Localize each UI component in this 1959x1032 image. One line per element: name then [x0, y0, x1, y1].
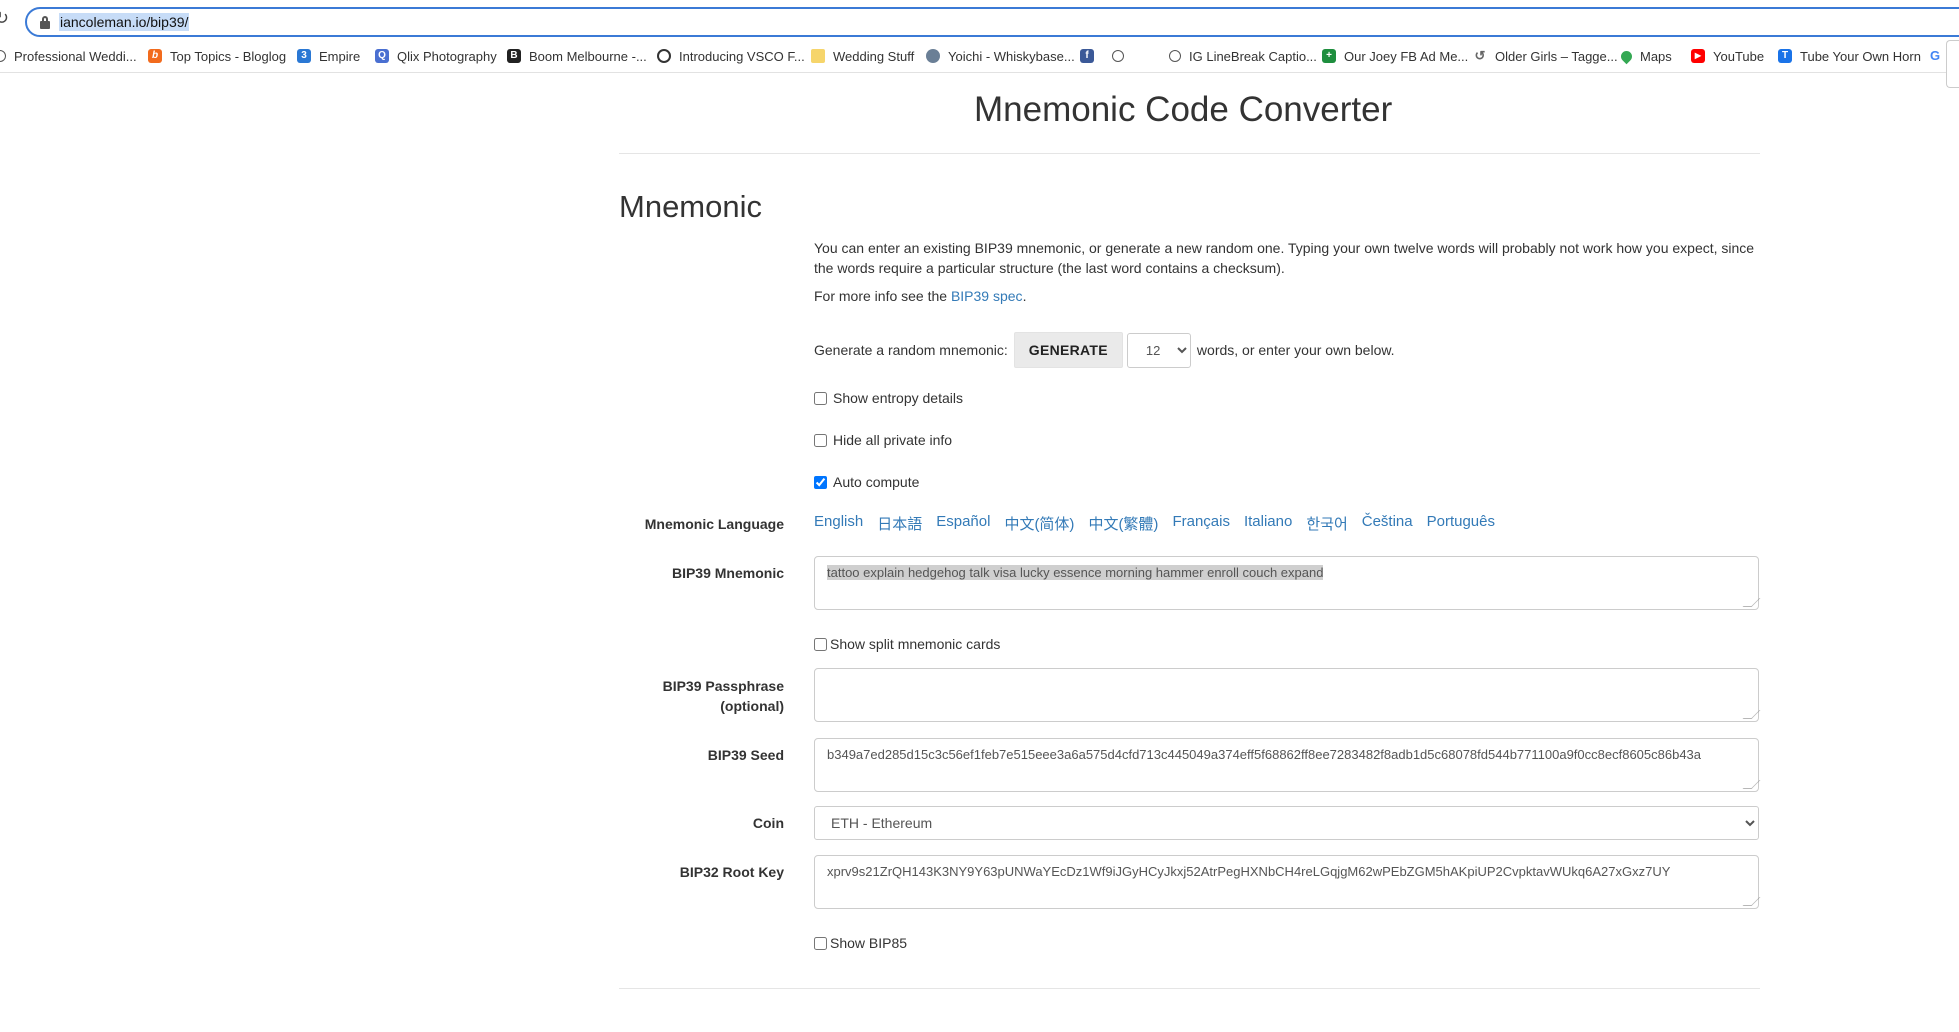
- address-url[interactable]: iancoleman.io/bip39/: [59, 13, 190, 31]
- bookmark-our-joey[interactable]: + Our Joey FB Ad Me...: [1322, 46, 1468, 66]
- intro-text: You can enter an existing BIP39 mnemonic…: [814, 240, 1755, 276]
- lang-portuguese[interactable]: Português: [1427, 513, 1495, 534]
- youtube-icon: ▶: [1691, 49, 1705, 63]
- sheets-icon: +: [1322, 49, 1336, 63]
- root-key-textarea[interactable]: xprv9s21ZrQH143K3NY9Y63pUNWaYEcDz1Wf9iJG…: [814, 855, 1761, 909]
- lang-korean[interactable]: 한국어: [1306, 513, 1347, 534]
- show-entropy-option[interactable]: Show entropy details: [814, 389, 963, 407]
- mnemonic-value: tattoo explain hedgehog talk visa lucky …: [827, 565, 1324, 580]
- generate-row: Generate a random mnemonic: GENERATE 12 …: [814, 332, 1395, 368]
- google-icon: G: [1929, 48, 1941, 63]
- more-info-text: For more info see the BIP39 spec.: [814, 288, 1027, 304]
- title-divider: [619, 153, 1760, 154]
- generate-suffix: words, or enter your own below.: [1196, 342, 1395, 358]
- lock-icon[interactable]: [40, 16, 50, 29]
- show-bip85-option[interactable]: Show BIP85: [814, 934, 907, 952]
- resize-grip-icon[interactable]: [1742, 598, 1761, 607]
- show-bip85-checkbox[interactable]: [814, 936, 827, 950]
- coin-select[interactable]: ETH - Ethereum: [814, 806, 1759, 840]
- split-cards-option[interactable]: Show split mnemonic cards: [814, 635, 1000, 653]
- section-divider: [619, 988, 1760, 989]
- bookmark-ig-linebreak[interactable]: IG LineBreak Captio...: [1169, 46, 1317, 66]
- bookmark-vsco[interactable]: Introducing VSCO F...: [657, 46, 805, 66]
- address-bar[interactable]: iancoleman.io/bip39/: [25, 7, 1959, 37]
- auto-compute-option[interactable]: Auto compute: [814, 473, 919, 491]
- bookmark-top-topics[interactable]: b Top Topics - Bloglog: [148, 46, 286, 66]
- hide-private-checkbox[interactable]: [814, 433, 827, 447]
- mnemonic-textarea[interactable]: tattoo explain hedgehog talk visa lucky …: [814, 556, 1761, 610]
- lang-japanese[interactable]: 日本語: [877, 513, 922, 534]
- tube-icon: T: [1778, 49, 1792, 63]
- generate-prefix: Generate a random mnemonic:: [814, 342, 1008, 358]
- bookmark-yoichi[interactable]: Yoichi - Whiskybase...: [926, 46, 1075, 66]
- bookmark-boom-melbourne[interactable]: B Boom Melbourne -...: [507, 46, 647, 66]
- seed-value: b349a7ed285d15c3c56ef1feb7e515eee3a6a575…: [827, 747, 1702, 762]
- reload-icon[interactable]: ↻: [0, 8, 14, 28]
- globe-icon: [0, 50, 6, 62]
- lang-chinese-traditional[interactable]: 中文(繁體): [1088, 513, 1158, 534]
- folder-icon: [811, 49, 825, 63]
- globe-icon: [1169, 50, 1181, 62]
- maps-icon: [1618, 48, 1635, 64]
- lang-french[interactable]: Français: [1172, 513, 1230, 534]
- bookmark-older-girls[interactable]: ↺ Older Girls – Tagge...: [1473, 46, 1618, 66]
- bookmark-maps[interactable]: Maps: [1618, 46, 1672, 66]
- bloglog-icon: b: [148, 49, 162, 63]
- generate-button[interactable]: GENERATE: [1013, 332, 1123, 368]
- bookmark-professional-weddi[interactable]: Professional Weddi...: [0, 46, 137, 66]
- coin-label: Coin: [752, 815, 784, 831]
- lang-chinese-simplified[interactable]: 中文(简体): [1004, 513, 1074, 534]
- bookmark-tube-your-own-horn[interactable]: T Tube Your Own Horn: [1778, 46, 1921, 66]
- resize-grip-icon[interactable]: [1742, 710, 1761, 719]
- bookmarks-bar: Professional Weddi... b Top Topics - Blog…: [0, 40, 1959, 73]
- lang-italian[interactable]: Italiano: [1244, 513, 1292, 534]
- mnemonic-label: BIP39 Mnemonic: [671, 565, 784, 581]
- bookmark-empire[interactable]: 3 Empire: [297, 46, 360, 66]
- extension-popup-edge: [1946, 40, 1959, 88]
- seed-textarea[interactable]: b349a7ed285d15c3c56ef1feb7e515eee3a6a575…: [814, 738, 1761, 792]
- qlix-icon: Q: [375, 49, 389, 63]
- bookmark-globe[interactable]: [1112, 46, 1132, 66]
- auto-compute-checkbox[interactable]: [814, 475, 827, 489]
- bookmark-qlix[interactable]: Q Qlix Photography: [375, 46, 497, 66]
- bip39-spec-link[interactable]: BIP39 spec: [951, 288, 1023, 304]
- bookmark-wedding-stuff[interactable]: Wedding Stuff: [811, 46, 914, 66]
- root-key-value: xprv9s21ZrQH143K3NY9Y63pUNWaYEcDz1Wf9iJG…: [827, 864, 1671, 879]
- passphrase-textarea[interactable]: [814, 668, 1761, 722]
- page-title: Mnemonic Code Converter: [974, 90, 1393, 129]
- bookmark-youtube[interactable]: ▶ YouTube: [1691, 46, 1764, 66]
- resize-grip-icon[interactable]: [1742, 780, 1761, 789]
- language-label: Mnemonic Language: [644, 516, 784, 532]
- facebook-icon: f: [1080, 49, 1094, 63]
- bookmark-facebook[interactable]: f: [1080, 46, 1102, 66]
- section-title: Mnemonic: [619, 189, 762, 224]
- language-list: English 日本語 Español 中文(简体) 中文(繁體) França…: [814, 513, 1509, 534]
- vsco-icon: [657, 49, 671, 63]
- lang-spanish[interactable]: Español: [936, 513, 990, 534]
- globe-icon: [1112, 50, 1124, 62]
- whiskybase-icon: [926, 49, 940, 63]
- empire-icon: 3: [297, 49, 311, 63]
- swirl-icon: ↺: [1474, 48, 1486, 63]
- lang-english[interactable]: English: [814, 513, 863, 534]
- word-count-select[interactable]: 12: [1126, 332, 1191, 368]
- split-cards-checkbox[interactable]: [814, 637, 827, 651]
- seed-label: BIP39 Seed: [707, 747, 784, 763]
- boom-icon: B: [507, 49, 521, 63]
- resize-grip-icon[interactable]: [1742, 897, 1761, 906]
- hide-private-option[interactable]: Hide all private info: [814, 431, 952, 449]
- root-key-label: BIP32 Root Key: [679, 864, 784, 880]
- browser-toolbar: ↻ iancoleman.io/bip39/: [0, 0, 1959, 40]
- lang-czech[interactable]: Čeština: [1362, 513, 1413, 534]
- show-entropy-checkbox[interactable]: [814, 391, 827, 405]
- passphrase-label: BIP39 Passphrase (optional): [662, 678, 784, 714]
